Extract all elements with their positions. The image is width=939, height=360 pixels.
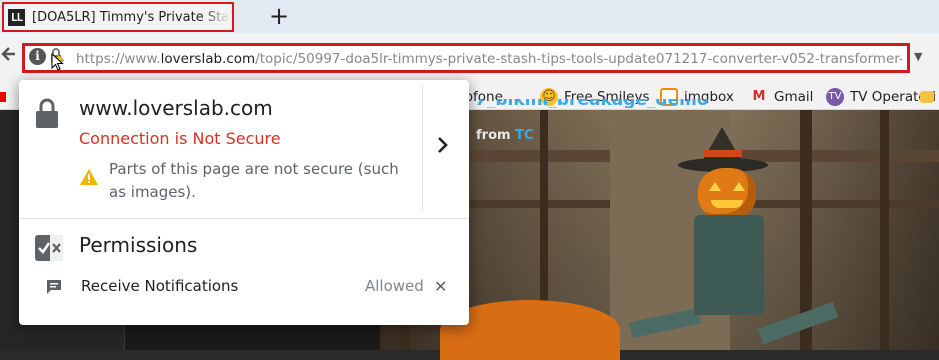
site-favicon-icon: LL bbox=[8, 9, 25, 26]
connection-detail: Parts of this page are not secure (such … bbox=[109, 160, 399, 201]
from-credit: from TC bbox=[476, 128, 534, 143]
permission-value: Allowed bbox=[365, 277, 424, 295]
lock-icon bbox=[36, 98, 58, 128]
new-tab-button[interactable]: + bbox=[266, 3, 292, 29]
tv-icon: TV bbox=[826, 88, 844, 106]
site-host: www.loverslab.com bbox=[79, 96, 273, 120]
mouse-cursor-icon bbox=[51, 53, 64, 71]
connection-details-chevron-icon[interactable] bbox=[436, 135, 456, 161]
bookmark-youtube[interactable] bbox=[0, 87, 12, 107]
scarecrow-body bbox=[694, 215, 764, 315]
tab-strip: LL [DOA5LR] Timmy's Private Stash + bbox=[0, 0, 939, 33]
chevron-down-icon[interactable]: ▼ bbox=[914, 50, 928, 64]
bookmark-folder[interactable] bbox=[920, 87, 939, 107]
tab-active[interactable]: LL [DOA5LR] Timmy's Private Stash bbox=[2, 2, 234, 32]
tab-title: [DOA5LR] Timmy's Private Stash bbox=[32, 10, 230, 25]
site-info-icon[interactable]: i bbox=[29, 48, 46, 65]
folder-icon bbox=[920, 91, 934, 103]
permission-label: Receive Notifications bbox=[81, 277, 239, 295]
youtube-icon bbox=[0, 92, 6, 102]
back-arrow-icon bbox=[1, 47, 15, 61]
banner-title[interactable]: 7_bikini_breakage_demo bbox=[475, 99, 775, 108]
url-text[interactable]: https://www.loverslab.com/topic/50997-do… bbox=[76, 51, 902, 67]
connection-status: Connection is Not Secure bbox=[79, 129, 281, 148]
from-user-link[interactable]: TC bbox=[515, 128, 533, 143]
permissions-icon bbox=[35, 235, 63, 261]
notification-icon bbox=[47, 280, 61, 294]
back-button[interactable] bbox=[0, 46, 18, 68]
pumpkin-head bbox=[698, 168, 756, 220]
permissions-title: Permissions bbox=[79, 233, 198, 257]
warning-icon bbox=[80, 169, 98, 185]
reset-permission-close-icon[interactable]: ✕ bbox=[434, 277, 450, 297]
